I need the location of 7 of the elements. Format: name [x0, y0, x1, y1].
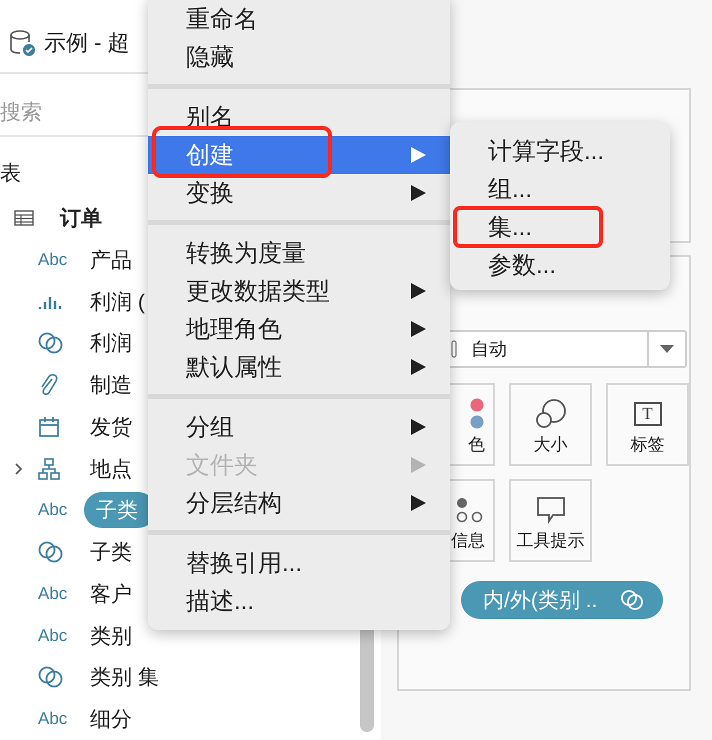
- text-label-icon: T: [634, 402, 662, 426]
- string-type-icon: Abc: [38, 500, 68, 520]
- string-type-icon: Abc: [38, 626, 68, 646]
- string-type-icon: Abc: [38, 584, 68, 604]
- string-type-icon: Abc: [38, 250, 68, 270]
- section-heading: 表: [0, 161, 21, 188]
- string-type-icon: Abc: [38, 709, 68, 730]
